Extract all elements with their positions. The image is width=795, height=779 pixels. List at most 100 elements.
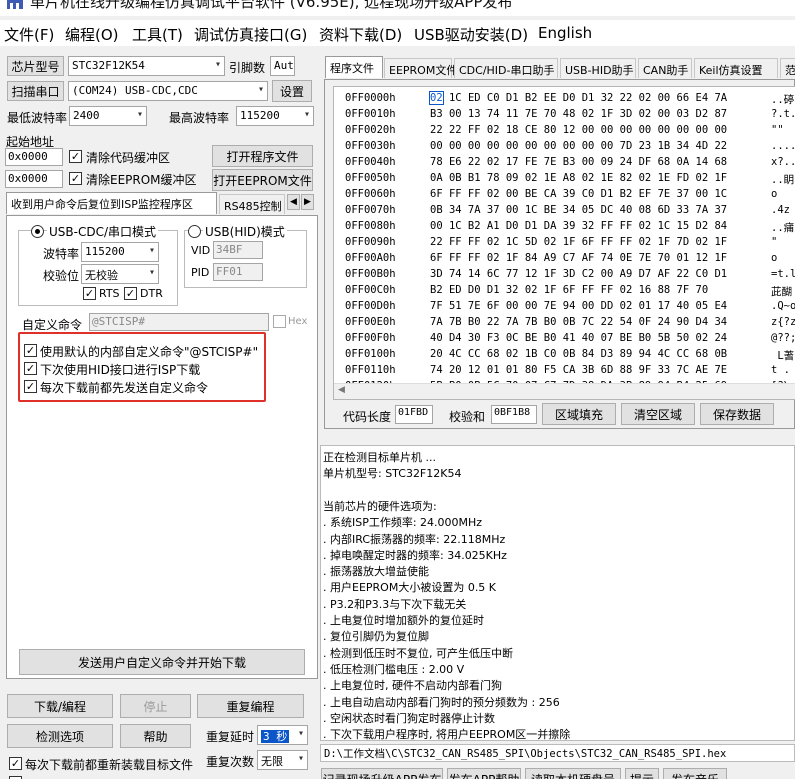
publish-music-button[interactable]: 发布音乐 — [663, 768, 727, 779]
hex-row-ascii: .Q~o — [771, 300, 795, 312]
min-baud-select[interactable]: 2400 ▾ — [69, 106, 147, 126]
menu-usb-driver[interactable]: USB驱动安装(D) — [414, 24, 528, 45]
tab-scroll-right-button[interactable]: ▶ — [301, 194, 314, 210]
hex-row-address: 0FF0050h — [345, 172, 396, 184]
program-file-panel: 0FF0000h 02 1C ED C0 D1 B2 EE D0 D1 32 22… — [324, 79, 795, 429]
hex-row-bytes: 3D 74 14 6C 77 12 1F 3D C2 00 A9 D7 AF 2… — [430, 268, 728, 280]
tab-program-file[interactable]: 程序文件 — [325, 56, 383, 78]
repeat-count-value: 无限 — [261, 755, 283, 768]
pid-input[interactable]: FF01 — [213, 263, 263, 281]
menu-debug[interactable]: 调试仿真接口(G) — [194, 24, 307, 45]
download-program-button[interactable]: 下载/编程 — [7, 694, 113, 718]
menu-tools[interactable]: 工具(T) — [132, 24, 183, 45]
hex-row-bytes: 22 FF FF 02 1C 5D 02 1F 6F FF FF 02 1F 7… — [430, 236, 728, 248]
hex-row-address: 0FF0040h — [345, 156, 396, 168]
repeat-delay-value: 3 秒 — [261, 730, 290, 743]
publish-app-button[interactable]: 记录现场升级APP发布 — [321, 768, 443, 779]
open-eeprom-file-button[interactable]: 打开EEPROM文件 — [212, 169, 313, 191]
repeat-program-button[interactable]: 重复编程 — [197, 694, 304, 718]
left-tab-strip: 收到用户命令后复位到ISP监控程序区 RS485控制 ◀ ▶ — [6, 192, 316, 216]
parity-label: 校验位 — [43, 269, 80, 283]
selected-byte[interactable]: 02 — [429, 91, 444, 105]
fill-area-button[interactable]: 区域填充 — [542, 403, 616, 425]
tab-isp-reset[interactable]: 收到用户命令后复位到ISP监控程序区 — [6, 192, 217, 214]
code-length-label: 代码长度 — [343, 410, 392, 424]
repeat-count-select[interactable]: 无限 ▾ — [257, 750, 308, 770]
log-line: 单片机型号: STC32F12K54 — [323, 467, 462, 481]
chip-model-value: STC32F12K54 — [72, 59, 145, 72]
hex-row-bytes: 74 20 12 01 01 80 F5 CA 3B 6D 88 9F 33 7… — [430, 364, 728, 376]
hid-mode-label: USB(HID)模式 — [203, 223, 287, 240]
custom-command-input[interactable]: @STCISP# — [89, 313, 269, 331]
chevron-down-icon: ▾ — [148, 245, 155, 256]
port-value: (COM24) USB-CDC,CDC — [72, 84, 198, 97]
rts-checkbox[interactable]: ✓ — [83, 287, 96, 300]
port-select[interactable]: (COM24) USB-CDC,CDC ▾ — [68, 81, 268, 101]
read-disk-id-button[interactable]: 读取本机硬盘号 — [525, 768, 621, 779]
max-baud-select[interactable]: 115200 ▾ — [236, 106, 314, 126]
send-custom-command-button[interactable]: 发送用户自定义命令并开始下载 — [19, 649, 305, 675]
hex-row-ascii: ?.t. — [771, 108, 795, 120]
log-output[interactable]: 正在检测目标单片机 ... 单片机型号: STC32F12K54 当前芯片的硬件选… — [320, 445, 795, 741]
chevron-down-icon: ▾ — [303, 109, 310, 120]
dtr-checkbox[interactable]: ✓ — [124, 287, 137, 300]
clear-eeprom-buffer-label: 清除EEPROM缓冲区 — [86, 173, 197, 187]
tab-serial-assistant[interactable]: CDC/HID-串口助手 — [454, 58, 558, 78]
hex-row-address: 0FF00E0h — [345, 316, 396, 328]
log-line: . 上电复位时, 硬件不启动内部看门狗 — [323, 679, 502, 693]
repeat-delay-select[interactable]: 3 秒 ▾ — [257, 725, 308, 745]
publish-help-button[interactable]: 发布APP帮助 — [447, 768, 521, 779]
hex-row-ascii: =t.l — [771, 268, 795, 280]
hex-view[interactable]: 0FF0000h 02 1C ED C0 D1 B2 EE D0 D1 32 22… — [333, 86, 795, 400]
scroll-left-icon: ◀ — [338, 385, 345, 395]
tab-more[interactable]: 范 — [780, 58, 795, 78]
clear-eeprom-buffer-checkbox[interactable]: ✓ — [69, 172, 82, 185]
tab-rs485[interactable]: RS485控制 — [219, 194, 285, 214]
tab-can-assistant[interactable]: CAN助手 — [638, 58, 692, 78]
tab-keil-settings[interactable]: Keil仿真设置 — [694, 58, 778, 78]
tab-scroll-left-button[interactable]: ◀ — [287, 194, 300, 210]
hex-row-ascii: 茈醐 — [771, 286, 792, 298]
menu-english[interactable]: English — [538, 24, 592, 42]
open-program-file-button[interactable]: 打开程序文件 — [212, 145, 313, 167]
chip-model-button[interactable]: 芯片型号 — [7, 56, 64, 76]
tab-eeprom-file[interactable]: EEPROM文件 — [384, 58, 457, 78]
menu-bar: 文件(F) 编程(O) 工具(T) 调试仿真接口(G) 资料下载(D) USB驱… — [0, 20, 795, 46]
clear-area-button[interactable]: 清空区域 — [621, 403, 695, 425]
hid-mode-radio[interactable] — [188, 225, 201, 238]
code-start-address-input[interactable]: 0x0000 — [5, 148, 63, 166]
hex-row-bytes: 22 22 FF 02 18 CE 80 12 00 00 00 00 00 0… — [430, 124, 728, 136]
vid-input[interactable]: 34BF — [213, 241, 263, 259]
pins-value: Aut — [274, 59, 294, 72]
hex-row-bytes: 6F FF FF 02 00 BE CA 39 C0 D1 B2 EF 7E 3… — [430, 188, 728, 200]
tab-usb-hid-assistant[interactable]: USB-HID助手 — [560, 58, 636, 78]
menu-program[interactable]: 编程(O) — [65, 24, 119, 45]
hex-row-bytes: B3 00 13 74 11 7E 70 48 02 1F 3D 02 00 0… — [430, 108, 728, 120]
clear-code-buffer-label: 清除代码缓冲区 — [86, 151, 171, 165]
highlight-box — [18, 332, 266, 402]
parity-select[interactable]: 无校验 ▾ — [81, 264, 159, 284]
cdc-mode-radio[interactable] — [31, 225, 44, 238]
hex-row-bytes: 02 1C ED C0 D1 B2 EE D0 D1 32 22 02 00 6… — [429, 91, 728, 105]
save-data-button[interactable]: 保存数据 — [700, 403, 774, 425]
hex-checkbox[interactable] — [273, 315, 286, 328]
hint-button[interactable]: 提示 — [625, 768, 659, 779]
stop-button[interactable]: 停止 — [120, 694, 191, 718]
log-line: 正在检测目标单片机 ... — [323, 451, 436, 464]
help-button[interactable]: 帮助 — [120, 724, 191, 748]
clear-code-buffer-checkbox[interactable]: ✓ — [69, 150, 82, 163]
menu-downloads[interactable]: 资料下载(D) — [319, 24, 402, 45]
chip-model-select[interactable]: STC32F12K54 ▾ — [68, 56, 225, 76]
reload-before-download-checkbox[interactable]: ✓ — [9, 757, 22, 770]
custom-command-label: 自定义命令 — [22, 318, 83, 332]
hex-row-address: 0FF0020h — [345, 124, 396, 136]
hex-row-address: 0FF0010h — [345, 108, 396, 120]
scan-port-button[interactable]: 扫描串口 — [7, 81, 64, 101]
detect-options-button[interactable]: 检测选项 — [7, 724, 113, 748]
pins-select[interactable]: Aut — [270, 56, 295, 76]
baud-select[interactable]: 115200 ▾ — [81, 242, 159, 262]
hex-horizontal-scrollbar[interactable]: ◀ — [334, 383, 795, 399]
menu-file[interactable]: 文件(F) — [4, 24, 54, 45]
eeprom-start-address-input[interactable]: 0x0000 — [5, 170, 63, 188]
settings-button[interactable]: 设置 — [272, 80, 312, 102]
